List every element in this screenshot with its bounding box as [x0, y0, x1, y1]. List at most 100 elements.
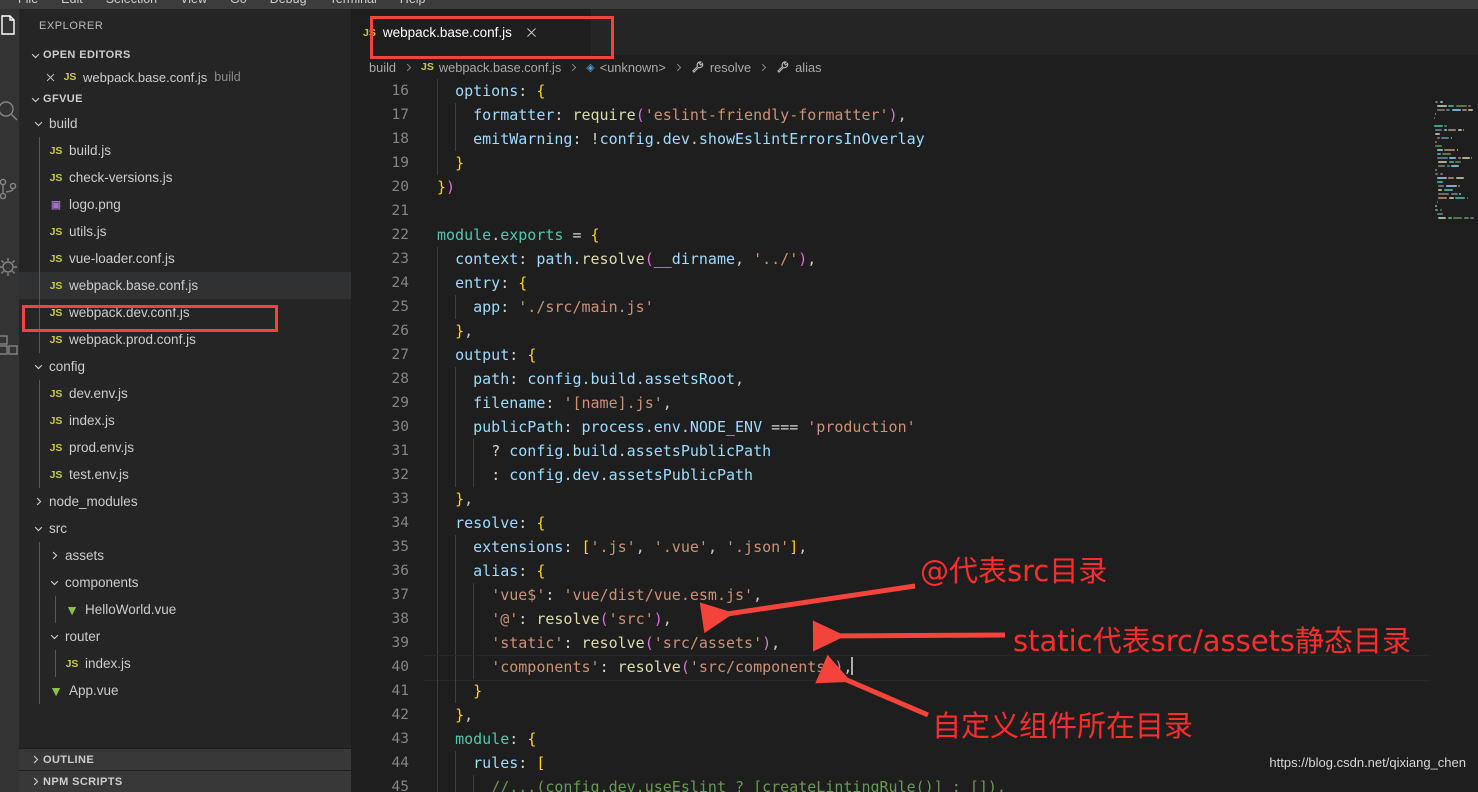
chevron-right-icon	[564, 62, 583, 73]
outline-panel-header[interactable]: OUTLINE	[19, 748, 351, 770]
tree-file-webpack-prod-conf-js[interactable]: JS webpack.prod.conf.js	[19, 326, 351, 353]
tree-file-test-env-js[interactable]: JS test.env.js	[19, 461, 351, 488]
tab-bar: JS webpack.base.conf.js	[351, 9, 1478, 55]
js-file-icon: JS	[49, 225, 63, 238]
minimap-line	[1435, 129, 1443, 131]
close-icon[interactable]	[525, 26, 538, 39]
line-number: 22	[391, 227, 409, 243]
code-line: 32 : config.dev.assetsPublicPath	[351, 463, 1478, 487]
line-number: 19	[391, 155, 409, 171]
line-text: })	[437, 178, 456, 196]
open-editor-item[interactable]: JS webpack.base.conf.js build	[19, 66, 351, 88]
tree-file-logo-png[interactable]: ▣ logo.png	[19, 191, 351, 218]
tree-folder-router[interactable]: router	[19, 623, 351, 650]
debug-icon[interactable]	[0, 243, 19, 291]
tree-folder-build[interactable]: build	[19, 110, 351, 137]
chevron-down-icon	[27, 91, 43, 107]
tree-item-label: build.js	[69, 143, 112, 158]
minimap-line	[1439, 209, 1442, 211]
source-control-icon[interactable]	[0, 165, 19, 213]
line-text: alias: {	[473, 562, 546, 580]
code-line: 20})	[351, 175, 1478, 199]
minimap-line	[1445, 185, 1457, 187]
minimap-line	[1469, 217, 1474, 219]
vue-file-icon: ▼	[49, 682, 63, 699]
minimap-line	[1471, 157, 1473, 159]
code-line: 17 formatter: require('eslint-friendly-f…	[351, 103, 1478, 127]
tree-file-index-js[interactable]: JS index.js	[19, 650, 351, 677]
menu-item-file[interactable]: File	[18, 0, 38, 9]
tree-folder-components[interactable]: components	[19, 569, 351, 596]
menu-item-terminal[interactable]: Terminal	[330, 0, 377, 9]
tree-file-vue-loader-conf-js[interactable]: JS vue-loader.conf.js	[19, 245, 351, 272]
tree-file-webpack-base-conf-js[interactable]: JS webpack.base.conf.js	[19, 272, 351, 299]
tree-file-app-vue[interactable]: ▼ App.vue	[19, 677, 351, 704]
breadcrumb: build JS webpack.base.conf.js ◈ <unknown…	[351, 55, 1478, 79]
tree-file-utils-js[interactable]: JS utils.js	[19, 218, 351, 245]
code-editor[interactable]: 16 options: { 17 formatter: require('esli…	[351, 79, 1478, 792]
tree-item-label: src	[49, 521, 67, 536]
annotation-static: static代表src/assets静态目录	[1013, 624, 1412, 658]
tree-file-check-versions-js[interactable]: JS check-versions.js	[19, 164, 351, 191]
breadcrumb-item-file[interactable]: JS webpack.base.conf.js	[421, 60, 561, 75]
breadcrumb-item-alias[interactable]: alias	[776, 60, 821, 75]
code-line: 28 path: config.build.assetsRoot,	[351, 367, 1478, 391]
js-file-icon: JS	[421, 61, 434, 73]
tree-item-label: index.js	[69, 413, 115, 428]
line-number: 21	[391, 203, 409, 219]
search-icon[interactable]	[0, 87, 19, 135]
annotation-at-src: @代表src目录	[920, 554, 1108, 588]
menu-item-go[interactable]: Go	[230, 0, 247, 9]
tree-file-webpack-dev-conf-js[interactable]: JS webpack.dev.conf.js	[19, 299, 351, 326]
tree-folder-node-modules[interactable]: node_modules	[19, 488, 351, 515]
menu-item-debug[interactable]: Debug	[270, 0, 307, 9]
minimap[interactable]	[1432, 79, 1478, 792]
tree-folder-assets[interactable]: assets	[19, 542, 351, 569]
line-number: 31	[391, 443, 409, 459]
code-line: 36 alias: {	[351, 559, 1478, 583]
close-icon[interactable]	[41, 72, 59, 83]
chevron-down-icon	[29, 361, 47, 372]
minimap-line	[1450, 137, 1452, 139]
extensions-icon[interactable]	[0, 321, 19, 369]
breadcrumb-item-unknown[interactable]: ◈ <unknown>	[586, 60, 666, 75]
line-text: options: {	[455, 82, 546, 100]
line-text: formatter: require('eslint-friendly-form…	[473, 106, 907, 124]
js-file-icon: JS	[49, 414, 63, 427]
tree-folder-config[interactable]: config	[19, 353, 351, 380]
line-text: 'static': resolve('src/assets'),	[491, 634, 781, 652]
line-text: module: {	[455, 730, 537, 748]
menu-item-selection[interactable]: Selection	[106, 0, 157, 9]
tree-item-label: assets	[65, 548, 105, 563]
open-editors-section-header[interactable]: OPEN EDITORS	[19, 44, 351, 66]
minimap-line	[1457, 129, 1462, 131]
minimap-line	[1444, 149, 1456, 151]
tab-webpack-base-conf-js[interactable]: JS webpack.base.conf.js	[351, 9, 591, 55]
tree-file-dev-env-js[interactable]: JS dev.env.js	[19, 380, 351, 407]
minimap-line	[1448, 197, 1454, 199]
menu-item-view[interactable]: View	[180, 0, 207, 9]
tree-folder-src[interactable]: src	[19, 515, 351, 542]
menu-item-edit[interactable]: Edit	[61, 0, 83, 9]
breadcrumb-item-resolve[interactable]: resolve	[691, 60, 751, 75]
tree-file-prod-env-js[interactable]: JS prod.env.js	[19, 434, 351, 461]
tree-file-index-js[interactable]: JS index.js	[19, 407, 351, 434]
tree-file-build-js[interactable]: JS build.js	[19, 137, 351, 164]
line-text: context: path.resolve(__dirname, '../'),	[455, 250, 817, 268]
minimap-line	[1436, 181, 1443, 183]
minimap-line	[1438, 161, 1448, 163]
breadcrumb-item-build[interactable]: build	[369, 60, 396, 75]
npm-scripts-panel-header[interactable]: NPM SCRIPTS	[19, 770, 351, 792]
line-number: 16	[391, 83, 409, 99]
minimap-line	[1438, 185, 1445, 187]
minimap-line	[1436, 201, 1438, 203]
workspace-section-header[interactable]: GFVUE	[19, 88, 351, 110]
tree-item-label: logo.png	[69, 197, 121, 212]
tree-file-helloworld-vue[interactable]: ▼ HelloWorld.vue	[19, 596, 351, 623]
explorer-icon[interactable]	[0, 9, 19, 49]
menu-item-help[interactable]: Help	[400, 0, 426, 9]
minimap-line	[1448, 105, 1455, 107]
line-number: 32	[391, 467, 409, 483]
tree-item-label: webpack.dev.conf.js	[69, 305, 190, 320]
minimap-line	[1436, 105, 1447, 107]
